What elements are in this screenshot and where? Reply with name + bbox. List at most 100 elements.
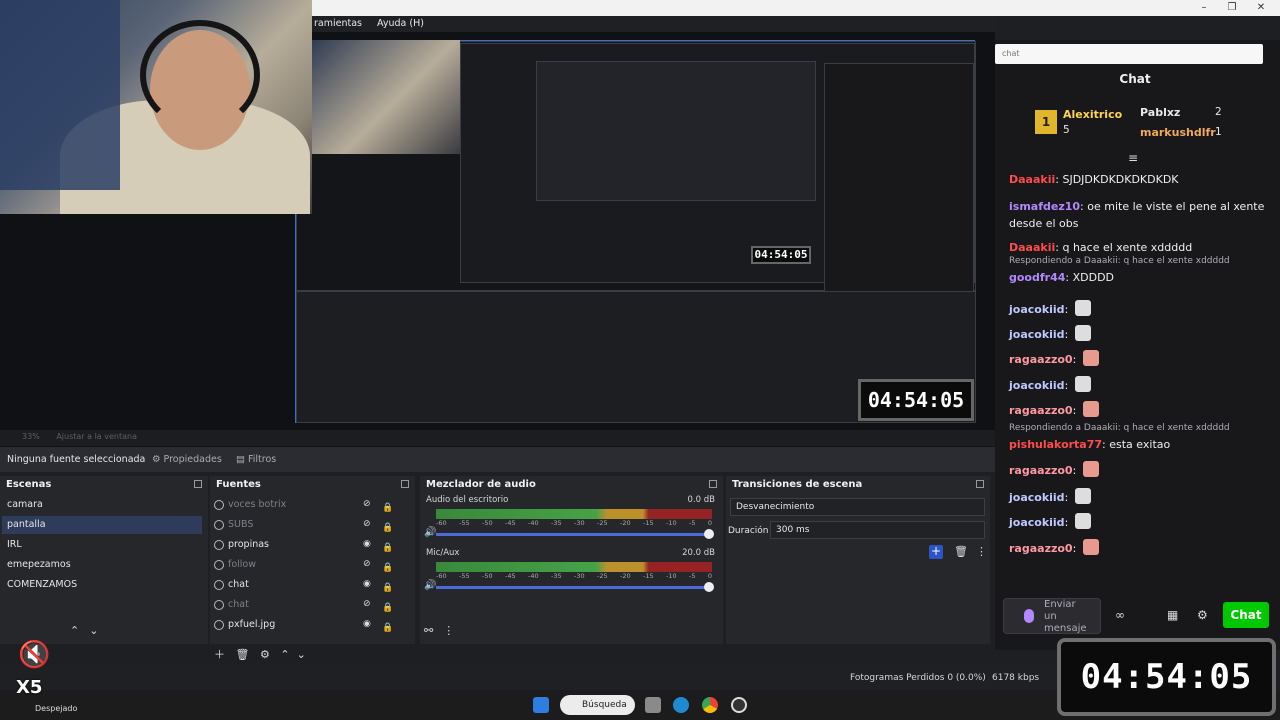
chat-username[interactable]: Daaakii xyxy=(1009,241,1055,254)
duration-input[interactable]: 300 ms xyxy=(770,521,985,539)
leaderboard-name[interactable]: Alexitrico xyxy=(1063,108,1122,121)
scene-item[interactable]: IRL xyxy=(2,536,202,554)
obs-icon[interactable] xyxy=(731,697,747,713)
trash-icon[interactable]: 🗑 xyxy=(954,545,968,558)
scene-item-selected[interactable]: pantalla xyxy=(2,516,202,534)
chat-username[interactable]: ragaazzo0 xyxy=(1009,353,1073,366)
dock-float-icon[interactable] xyxy=(194,480,202,488)
lock-icon[interactable]: 🔒 xyxy=(382,539,393,553)
source-item[interactable]: chat ◉ 🔒 xyxy=(212,576,402,594)
menu-item-help[interactable]: Ayuda (H) xyxy=(377,16,424,32)
volume-slider[interactable] xyxy=(436,529,714,539)
source-item[interactable]: pxfuel.jpg ◉ 🔒 xyxy=(212,616,402,634)
chat-username[interactable]: Daaakii xyxy=(1009,173,1055,186)
bits-icon[interactable]: ∞ xyxy=(1115,608,1125,622)
chevron-down-icon[interactable]: ⌄ xyxy=(297,648,306,661)
chat-username[interactable]: joacokiid xyxy=(1009,516,1065,529)
chat-search-input[interactable]: chat xyxy=(995,44,1263,64)
scenes-toolbar: ⌃ ⌄ xyxy=(70,624,108,638)
source-item[interactable]: follow ⊘ 🔒 xyxy=(212,556,402,574)
chat-username[interactable]: ismafdez10 xyxy=(1009,200,1080,213)
chat-username[interactable]: pishulakorta77 xyxy=(1009,438,1102,451)
chat-username[interactable]: ragaazzo0 xyxy=(1009,542,1073,555)
chevron-up-icon[interactable]: ⌃ xyxy=(280,648,289,661)
more-icon[interactable]: ⋮ xyxy=(976,545,987,558)
chat-username[interactable]: joacokiid xyxy=(1009,379,1065,392)
chevron-down-icon[interactable]: ⌄ xyxy=(89,624,98,637)
lock-icon[interactable]: 🔒 xyxy=(382,579,393,593)
chat-message: joacokiid: xyxy=(1009,376,1265,394)
microphone-icon[interactable] xyxy=(1024,609,1034,623)
chat-separator: : xyxy=(1065,271,1073,284)
slider-knob[interactable] xyxy=(704,529,714,539)
leaderboard-name[interactable]: Pablxz xyxy=(1140,106,1180,119)
chat-username[interactable]: joacokiid xyxy=(1009,303,1065,316)
eye-hidden-icon[interactable]: ⊘ xyxy=(363,560,374,569)
scenes-title: Escenas xyxy=(6,479,52,490)
scene-item[interactable]: emepezamos xyxy=(2,556,202,574)
scene-item[interactable]: COMENZAMOS xyxy=(2,576,202,594)
link-icon[interactable]: ⚯ xyxy=(424,624,433,637)
chat-username[interactable]: goodfr44 xyxy=(1009,271,1065,284)
meter-tick-label: -20 xyxy=(620,519,631,527)
eye-icon[interactable]: ◉ xyxy=(363,540,374,549)
expand-icon[interactable]: ≡ xyxy=(1128,151,1138,165)
lock-icon[interactable]: 🔒 xyxy=(382,599,393,613)
volume-slider[interactable] xyxy=(436,582,714,592)
dock-float-icon[interactable] xyxy=(976,480,984,488)
properties-button[interactable]: ⚙ Propiedades xyxy=(152,452,222,468)
chevron-up-icon[interactable]: ⌃ xyxy=(70,624,79,637)
nested-timer: 04:54:05 xyxy=(858,379,974,421)
lock-icon[interactable]: 🔒 xyxy=(382,519,393,533)
menu-item-tools[interactable]: ramientas xyxy=(314,16,362,32)
leaderboard-count: 5 xyxy=(1063,124,1070,136)
source-item[interactable]: propinas ◉ 🔒 xyxy=(212,536,402,554)
windows-start-icon[interactable] xyxy=(533,697,549,713)
eye-icon[interactable]: ◉ xyxy=(363,620,374,629)
source-item[interactable]: voces botrix ⊘ 🔒 xyxy=(212,496,402,514)
task-view-icon[interactable] xyxy=(645,697,661,713)
chat-input[interactable]: Enviar un mensaje xyxy=(1003,598,1101,634)
chat-username[interactable]: ragaazzo0 xyxy=(1009,464,1073,477)
chat-username[interactable]: ragaazzo0 xyxy=(1009,404,1073,417)
more-icon[interactable]: ⋮ xyxy=(443,624,454,637)
slider-knob[interactable] xyxy=(704,582,714,592)
lock-icon[interactable]: 🔒 xyxy=(382,499,393,513)
dock-float-icon[interactable] xyxy=(401,480,409,488)
chat-username[interactable]: joacokiid xyxy=(1009,328,1065,341)
emote-icon xyxy=(1074,325,1091,341)
source-item[interactable]: SUBS ⊘ 🔒 xyxy=(212,516,402,534)
scene-item[interactable]: camara xyxy=(2,496,202,514)
lock-icon[interactable]: 🔒 xyxy=(382,619,393,633)
store-icon[interactable]: ▦ xyxy=(1167,608,1178,622)
close-button[interactable]: ✕ xyxy=(1243,0,1279,16)
meter-tick-label: -35 xyxy=(551,572,562,580)
source-item[interactable]: chat ⊘ 🔒 xyxy=(212,596,402,614)
taskbar-search[interactable]: Búsqueda xyxy=(560,695,635,715)
chat-message: Daaakii: SJDJDKDKDKDKDKDK xyxy=(1009,171,1265,188)
settings-icon[interactable]: ⚙ xyxy=(1197,608,1208,622)
leaderboard-name[interactable]: markushdlfr xyxy=(1140,126,1216,139)
chat-send-button[interactable]: Chat xyxy=(1223,602,1269,628)
eye-hidden-icon[interactable]: ⊘ xyxy=(363,600,374,609)
filters-button[interactable]: ▤ Filtros xyxy=(236,452,276,468)
gear-icon[interactable]: ⚙ xyxy=(260,648,270,661)
fit-window[interactable]: Ajustar a la ventana xyxy=(56,432,137,441)
edge-icon[interactable] xyxy=(673,697,689,713)
add-source-icon[interactable]: ＋ xyxy=(214,648,225,661)
speaker-icon[interactable]: 🔊 xyxy=(424,580,436,591)
eye-icon[interactable]: ◉ xyxy=(363,580,374,589)
lock-icon[interactable]: 🔒 xyxy=(382,559,393,573)
speaker-icon[interactable]: 🔊 xyxy=(424,527,436,538)
add-transition-button[interactable]: + xyxy=(929,545,943,559)
zoom-level[interactable]: 33% xyxy=(22,432,40,441)
chat-message: goodfr44: XDDDD xyxy=(1009,269,1265,286)
transition-select[interactable]: Desvanecimiento xyxy=(730,498,985,516)
trash-icon[interactable]: 🗑 xyxy=(236,648,250,661)
chrome-icon[interactable] xyxy=(702,697,718,713)
chat-username[interactable]: joacokiid xyxy=(1009,491,1065,504)
dock-float-icon[interactable] xyxy=(709,480,717,488)
eye-hidden-icon[interactable]: ⊘ xyxy=(363,520,374,529)
eye-hidden-icon[interactable]: ⊘ xyxy=(363,500,374,509)
source-type-icon xyxy=(214,580,224,590)
